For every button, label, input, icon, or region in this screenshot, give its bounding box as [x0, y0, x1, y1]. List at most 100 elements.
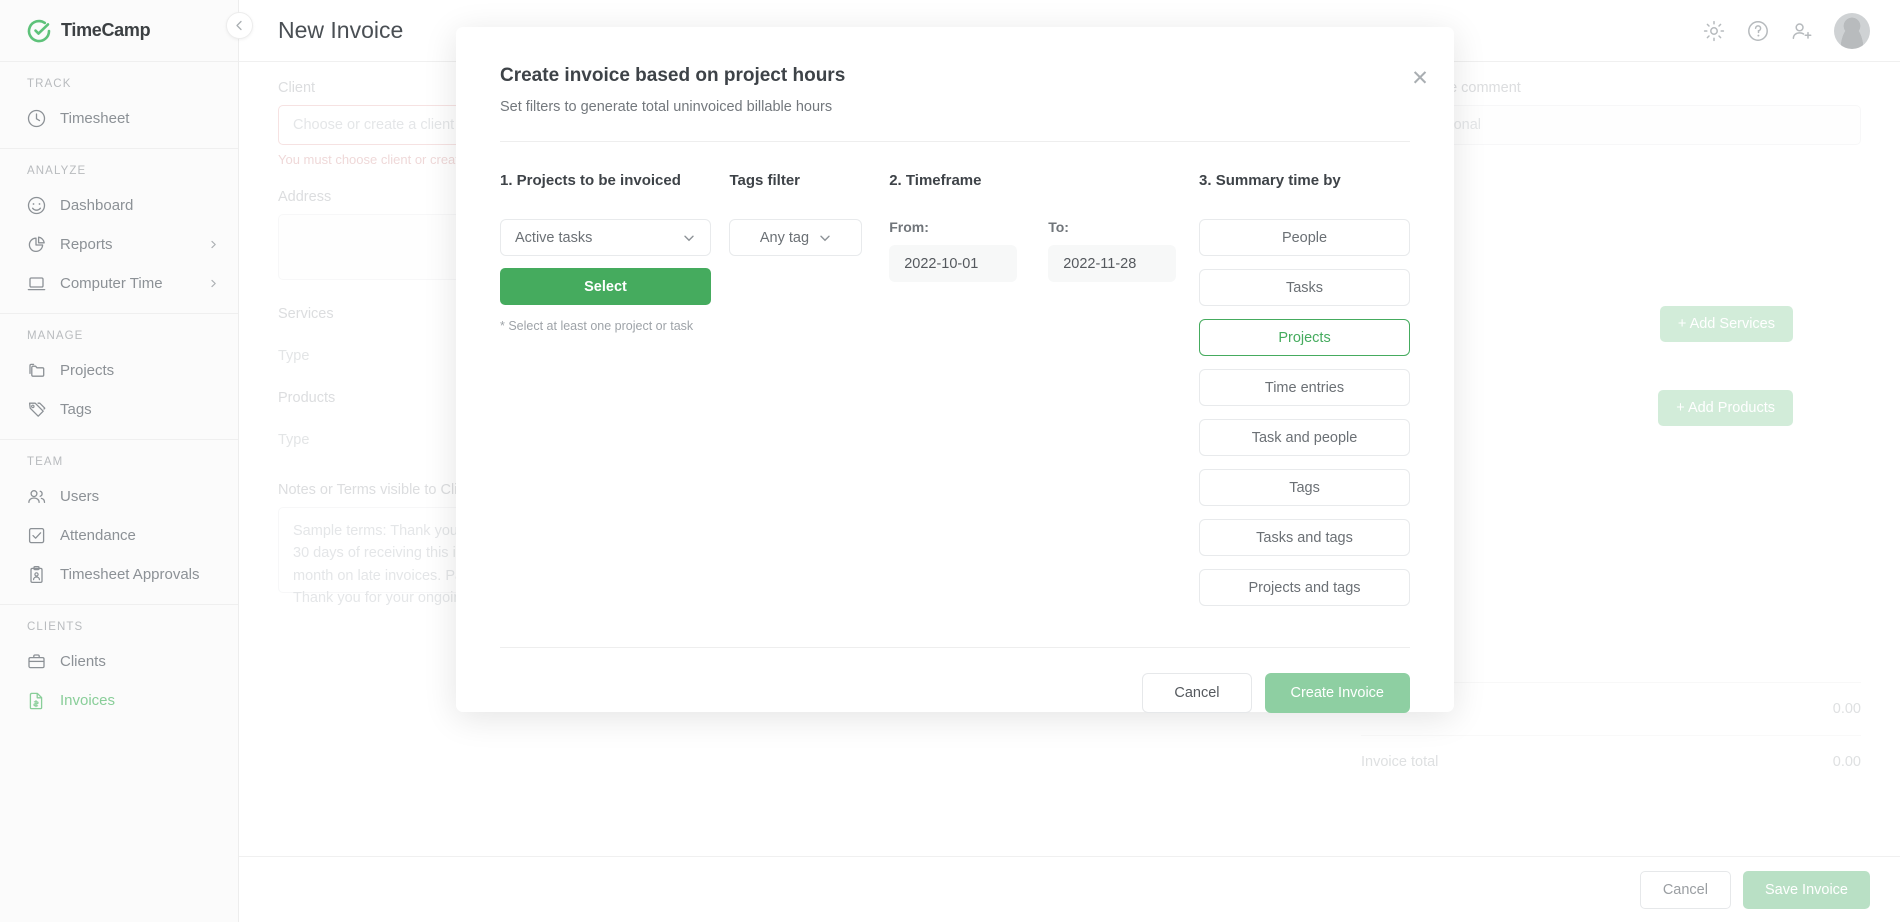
- products-type-label: Type: [278, 432, 335, 448]
- add-products-button[interactable]: + Add Products: [1658, 390, 1793, 426]
- sidebar-nav: TRACKTimesheet ANALYZE Dashboard Reports Com…: [0, 62, 238, 730]
- modal-actions: Cancel Create Invoice: [480, 648, 1430, 713]
- chevron-down-icon: [682, 231, 696, 245]
- select-projects-button[interactable]: Select: [500, 268, 711, 305]
- summary-option-tasks[interactable]: Tasks: [1199, 269, 1410, 306]
- avatar[interactable]: [1834, 13, 1870, 49]
- summary-option-task-and-people[interactable]: Task and people: [1199, 419, 1410, 456]
- tags-column: Tags filter Any tag: [729, 172, 889, 619]
- summary-option-projects[interactable]: Projects: [1199, 319, 1410, 356]
- summary-option-tags[interactable]: Tags: [1199, 469, 1410, 506]
- subtotal-value: 0.00: [1833, 701, 1861, 717]
- checkbox-icon: [27, 526, 46, 545]
- page-footer: Cancel Save Invoice: [239, 856, 1900, 922]
- timeframe-from-label: From:: [889, 219, 1017, 235]
- summary-option-people[interactable]: People: [1199, 219, 1410, 256]
- sidebar-item-label: Projects: [60, 362, 218, 379]
- products-label: Products: [278, 390, 335, 406]
- timeframe-to-group: To: 2022-11-28: [1048, 219, 1176, 282]
- modal-title: Create invoice based on project hours: [480, 27, 1430, 87]
- timeframe-to-input[interactable]: 2022-11-28: [1048, 245, 1176, 282]
- sidebar: TimeCamp TRACKTimesheet ANALYZE Dashboard R…: [0, 0, 239, 922]
- sidebar-item-invoices[interactable]: Invoices: [0, 681, 238, 720]
- add-user-icon[interactable]: [1790, 19, 1814, 43]
- sidebar-collapse-button[interactable]: [226, 12, 253, 39]
- modal-columns: 1. Projects to be invoiced Active tasks …: [480, 142, 1430, 619]
- app-root: TimeCamp TRACKTimesheet ANALYZE Dashboard R…: [0, 0, 1900, 922]
- invoice-total-label: Invoice total: [1361, 754, 1438, 770]
- sidebar-item-attendance[interactable]: Attendance: [0, 516, 238, 555]
- chevron-down-icon: [818, 231, 832, 245]
- sidebar-item-label: Tags: [60, 401, 218, 418]
- help-icon[interactable]: [1746, 19, 1770, 43]
- sidebar-group-title: ANALYZE: [0, 165, 238, 186]
- private-comment-label: Private comment: [1412, 80, 1861, 96]
- services-type-label: Type: [278, 348, 334, 364]
- projects-hint: * Select at least one project or task: [500, 319, 729, 333]
- summary-option-projects-and-tags[interactable]: Projects and tags: [1199, 569, 1410, 606]
- client-placeholder: Choose or create a client: [293, 117, 454, 133]
- tags-select[interactable]: Any tag: [729, 219, 862, 256]
- page-title: New Invoice: [278, 17, 403, 44]
- sidebar-group-track: TRACKTimesheet: [0, 62, 238, 149]
- timeframe-to-label: To:: [1048, 219, 1176, 235]
- sidebar-item-clients[interactable]: Clients: [0, 642, 238, 681]
- services-label: Services: [278, 306, 334, 322]
- brand[interactable]: TimeCamp: [0, 0, 238, 62]
- brand-name: TimeCamp: [61, 20, 150, 41]
- invoice-icon: [27, 691, 46, 710]
- sidebar-item-timesheet[interactable]: Timesheet: [0, 99, 238, 138]
- create-invoice-modal: ✕ Create invoice based on project hours …: [456, 27, 1454, 712]
- sidebar-group-title: TEAM: [0, 456, 238, 477]
- timeframe-inputs: From: 2022-10-01 To: 2022-11-28: [889, 219, 1199, 282]
- projects-select[interactable]: Active tasks: [500, 219, 711, 256]
- summary-option-tasks-and-tags[interactable]: Tasks and tags: [1199, 519, 1410, 556]
- header-icons: [1702, 13, 1870, 49]
- projects-column: 1. Projects to be invoiced Active tasks …: [500, 172, 729, 619]
- close-icon[interactable]: ✕: [1410, 69, 1430, 89]
- sidebar-group-clients: CLIENTS Clients Invoices: [0, 605, 238, 730]
- timeframe-heading: 2. Timeframe: [889, 172, 1199, 189]
- tags-heading: Tags filter: [729, 172, 889, 189]
- clipboard-icon: [27, 565, 46, 584]
- sidebar-item-label: Timesheet Approvals: [60, 566, 218, 583]
- sidebar-item-users[interactable]: Users: [0, 477, 238, 516]
- sidebar-item-label: Dashboard: [60, 197, 218, 214]
- projects-select-value: Active tasks: [515, 230, 592, 246]
- save-invoice-button[interactable]: Save Invoice: [1743, 871, 1870, 909]
- sidebar-group-title: TRACK: [0, 78, 238, 99]
- laptop-icon: [27, 274, 46, 293]
- chevron-right-icon: [209, 279, 218, 288]
- sidebar-item-timesheet-approvals[interactable]: Timesheet Approvals: [0, 555, 238, 594]
- timeframe-from-group: From: 2022-10-01: [889, 219, 1017, 282]
- sidebar-item-label: Clients: [60, 653, 218, 670]
- sidebar-item-reports[interactable]: Reports: [0, 225, 238, 264]
- modal-create-invoice-button[interactable]: Create Invoice: [1265, 673, 1411, 713]
- gauge-icon: [27, 196, 46, 215]
- sidebar-item-projects[interactable]: Projects: [0, 351, 238, 390]
- sidebar-item-dashboard[interactable]: Dashboard: [0, 186, 238, 225]
- private-comment-input[interactable]: Optional: [1412, 105, 1861, 145]
- tag-icon: [27, 400, 46, 419]
- pie-chart-icon: [27, 235, 46, 254]
- cancel-invoice-button[interactable]: Cancel: [1640, 871, 1731, 909]
- invoice-total-row: Invoice total 0.00: [1361, 735, 1861, 787]
- modal-cancel-button[interactable]: Cancel: [1142, 673, 1251, 713]
- sidebar-item-label: Reports: [60, 236, 195, 253]
- sidebar-item-label: Attendance: [60, 527, 218, 544]
- sidebar-item-label: Invoices: [60, 692, 218, 709]
- timeframe-from-input[interactable]: 2022-10-01: [889, 245, 1017, 282]
- folder-icon: [27, 361, 46, 380]
- sidebar-item-tags[interactable]: Tags: [0, 390, 238, 429]
- sidebar-item-computer-time[interactable]: Computer Time: [0, 264, 238, 303]
- summary-option-time-entries[interactable]: Time entries: [1199, 369, 1410, 406]
- clock-icon: [27, 109, 46, 128]
- modal-subtitle: Set filters to generate total uninvoiced…: [480, 87, 1430, 115]
- chevron-left-icon: [234, 20, 245, 31]
- summary-options-list: People Tasks Projects Time entries Task and …: [1199, 219, 1410, 606]
- projects-heading: 1. Projects to be invoiced: [500, 172, 729, 189]
- sidebar-group-title: CLIENTS: [0, 621, 238, 642]
- add-services-button[interactable]: + Add Services: [1660, 306, 1793, 342]
- gear-icon[interactable]: [1702, 19, 1726, 43]
- invoice-total-value: 0.00: [1833, 754, 1861, 770]
